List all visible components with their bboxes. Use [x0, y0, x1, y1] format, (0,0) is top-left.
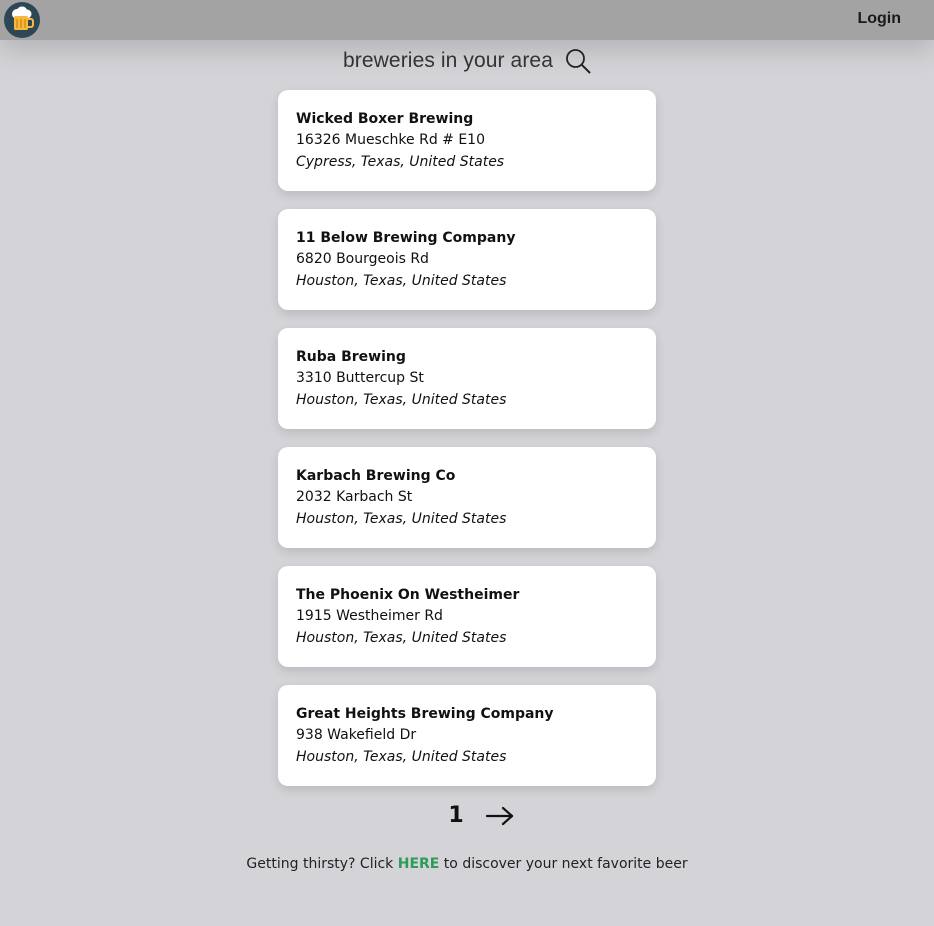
brewery-street: 2032 Karbach St: [296, 489, 413, 505]
current-page-number: 1: [448, 803, 464, 828]
brewery-name: The Phoenix On Westheimer: [296, 587, 520, 603]
search-icon[interactable]: [565, 48, 591, 74]
brewery-location: Houston, Texas, United States: [296, 630, 507, 646]
search-header: breweries in your area: [0, 48, 934, 74]
brewery-location: Houston, Texas, United States: [296, 749, 507, 765]
brewery-street: 6820 Bourgeois Rd: [296, 251, 429, 267]
brewery-street: 3310 Buttercup St: [296, 370, 424, 386]
arrow-right-icon[interactable]: [485, 806, 514, 826]
brewery-street: 938 Wakefield Dr: [296, 727, 417, 743]
brewery-card[interactable]: Wicked Boxer Brewing 16326 Mueschke Rd #…: [278, 90, 656, 191]
login-link[interactable]: Login: [857, 10, 901, 28]
brewery-card[interactable]: Ruba Brewing 3310 Buttercup St Houston, …: [278, 328, 656, 429]
brewery-location: Houston, Texas, United States: [296, 273, 507, 289]
footer-prefix: Getting thirsty? Click: [246, 856, 398, 872]
brewery-street: 16326 Mueschke Rd # E10: [296, 132, 485, 148]
pagination: 1: [0, 803, 934, 828]
search-title: breweries in your area: [343, 49, 553, 72]
brewery-location: Houston, Texas, United States: [296, 511, 507, 527]
brewery-street: 1915 Westheimer Rd: [296, 608, 443, 624]
brewery-location: Houston, Texas, United States: [296, 392, 507, 408]
footer-message: Getting thirsty? Click HERE to discover …: [0, 856, 934, 872]
brewery-card[interactable]: Great Heights Brewing Company 938 Wakefi…: [278, 685, 656, 786]
brewery-name: Great Heights Brewing Company: [296, 706, 554, 722]
discover-beer-link[interactable]: HERE: [398, 856, 440, 872]
top-bar: Login: [0, 0, 934, 40]
brewery-card[interactable]: Karbach Brewing Co 2032 Karbach St Houst…: [278, 447, 656, 548]
footer-suffix: to discover your next favorite beer: [439, 856, 688, 872]
brewery-name: 11 Below Brewing Company: [296, 230, 516, 246]
beer-mug-icon[interactable]: [4, 2, 40, 38]
brewery-location: Cypress, Texas, United States: [296, 154, 505, 170]
brewery-name: Wicked Boxer Brewing: [296, 111, 474, 127]
brewery-name: Ruba Brewing: [296, 349, 406, 365]
brewery-card[interactable]: 11 Below Brewing Company 6820 Bourgeois …: [278, 209, 656, 310]
brewery-list: Wicked Boxer Brewing 16326 Mueschke Rd #…: [278, 90, 656, 804]
brewery-card[interactable]: The Phoenix On Westheimer 1915 Westheime…: [278, 566, 656, 667]
brewery-name: Karbach Brewing Co: [296, 468, 456, 484]
